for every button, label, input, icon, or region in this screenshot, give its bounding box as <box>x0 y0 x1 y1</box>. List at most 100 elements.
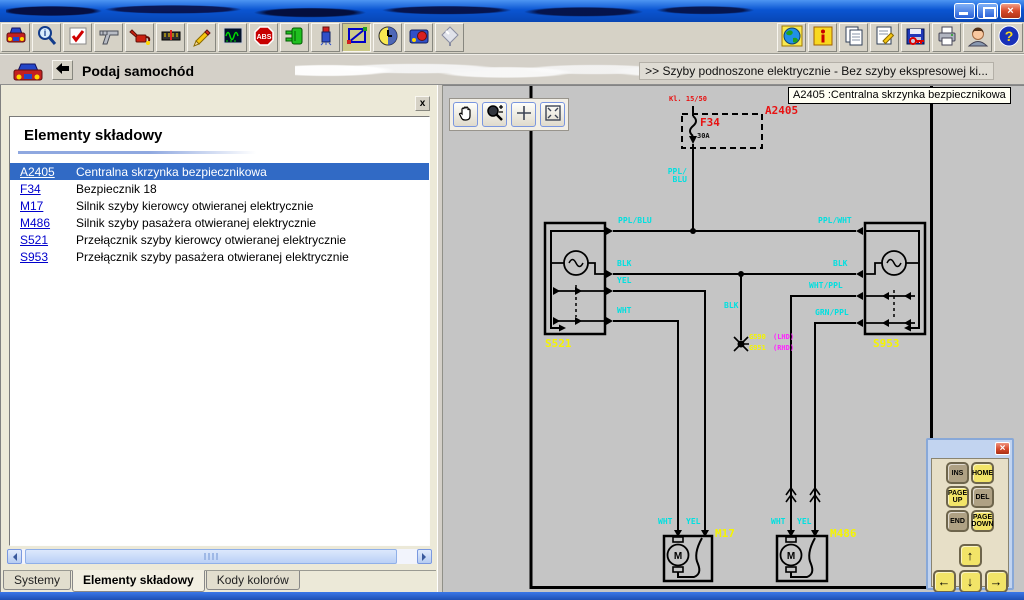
component-code-link[interactable]: A2405 <box>20 165 76 179</box>
tab-kody-kolorow[interactable]: Kody kolorów <box>206 571 300 590</box>
abs-icon: ABS <box>252 24 276 51</box>
key-arrow-up[interactable]: ↑ <box>959 544 982 567</box>
keypad-arrows: ↑ ← ↓ → <box>934 544 1006 592</box>
components-panel: x Elementy składowy A2405Centralna skrzy… <box>0 85 437 592</box>
component-code-link[interactable]: F34 <box>20 182 76 196</box>
m17-yel-label: YEL <box>686 518 700 526</box>
adjustments-button[interactable] <box>187 23 216 52</box>
scrollbar-thumb[interactable] <box>25 549 397 564</box>
component-row-a2405[interactable]: A2405Centralna skrzynka bezpiecznikowa <box>10 163 429 180</box>
zoom-button[interactable] <box>482 102 507 127</box>
svg-text:?: ? <box>1004 28 1013 44</box>
vehicle-data-button[interactable] <box>1 23 30 52</box>
component-desc: Przełącznik szyby kierowcy otwieranej el… <box>76 233 346 247</box>
checklist-button[interactable] <box>63 23 92 52</box>
component-tooltip: A2405 :Centralna skrzynka bezpiecznikowa <box>788 87 1011 104</box>
printer-icon <box>935 24 959 51</box>
key-home[interactable]: HOME <box>971 462 994 484</box>
minimize-button[interactable] <box>954 3 975 19</box>
tab-systemy[interactable]: Systemy <box>3 571 71 590</box>
airbag-button[interactable] <box>404 23 433 52</box>
panel-close-button[interactable]: x <box>415 96 430 111</box>
component-code-link[interactable]: S953 <box>20 250 76 264</box>
spray-button[interactable] <box>435 23 464 52</box>
globe-icon <box>780 24 804 51</box>
back-button[interactable] <box>52 60 73 80</box>
keypad-close-button[interactable]: × <box>995 442 1010 455</box>
onscreen-keypad[interactable]: × INS HOME PAGE UP DEL END PAGE DOWN ↑ ←… <box>926 438 1014 590</box>
component-row-m486[interactable]: M486Silnik szyby pasażera otwieranej ele… <box>10 214 429 231</box>
internet-button[interactable] <box>777 23 806 52</box>
spray-gun-icon <box>438 24 462 51</box>
key-page-up[interactable]: PAGE UP <box>946 486 969 508</box>
ground-id-lhd: G590 <box>749 334 766 341</box>
m486-wht-label: WHT <box>771 518 785 526</box>
documents-icon <box>842 24 866 51</box>
component-desc: Centralna skrzynka bezpiecznikowa <box>76 165 267 179</box>
svg-text:i: i <box>43 28 46 38</box>
component-row-s953[interactable]: S953Przełącznik szyby pasażera otwierane… <box>10 248 429 265</box>
component-row-s521[interactable]: S521Przełącznik szyby kierowcy otwierane… <box>10 231 429 248</box>
motor-m17[interactable]: M <box>664 530 712 581</box>
fuse-circuit[interactable] <box>682 106 762 231</box>
window-titlebar: × <box>0 0 1024 22</box>
scroll-right-button[interactable] <box>417 549 432 564</box>
s521-id-label: S521 <box>545 338 572 349</box>
switch-s953[interactable] <box>856 223 925 334</box>
oil-can-icon <box>128 24 152 51</box>
wiring-diagrams-button[interactable] <box>342 23 371 52</box>
tab-elementy-skladowy[interactable]: Elementy składowy <box>72 570 205 592</box>
clock-icon <box>376 24 400 51</box>
info-button[interactable] <box>808 23 837 52</box>
documents-button[interactable] <box>839 23 868 52</box>
diagram-toolbar <box>449 98 569 131</box>
technical-data-button[interactable] <box>94 23 123 52</box>
abs-button[interactable]: ABS <box>249 23 278 52</box>
page-border <box>531 86 932 588</box>
motor-m486[interactable]: M <box>777 530 827 581</box>
main-toolbar: i ABS ? <box>0 22 1024 54</box>
save-button[interactable] <box>901 23 930 52</box>
fuel-injection-button[interactable] <box>311 23 340 52</box>
pan-button[interactable] <box>453 102 478 127</box>
lubricants-button[interactable] <box>125 23 154 52</box>
fit-view-button[interactable] <box>540 102 565 127</box>
restore-button[interactable] <box>977 3 998 19</box>
component-code-link[interactable]: S521 <box>20 233 76 247</box>
notes-button[interactable] <box>870 23 899 52</box>
component-code-link[interactable]: M17 <box>20 199 76 213</box>
switch-s521[interactable] <box>545 223 613 334</box>
ground-side-rhd: (RHD) <box>773 345 794 352</box>
key-arrow-down[interactable]: ↓ <box>959 570 982 592</box>
panel-tabs: Systemy Elementy składowy Kody kolorów <box>3 570 436 593</box>
connectors-button[interactable] <box>280 23 309 52</box>
oscilloscope-icon <box>221 24 245 51</box>
user-button[interactable] <box>963 23 992 52</box>
breadcrumb-bar: Podaj samochód >> Szyby podnoszone elekt… <box>0 54 1024 85</box>
wire-label-blk-right: BLK <box>833 260 847 268</box>
identification-button[interactable]: i <box>32 23 61 52</box>
svg-text:ABS: ABS <box>256 34 271 41</box>
svg-text:M: M <box>674 551 682 562</box>
key-ins[interactable]: INS <box>946 462 969 484</box>
window-controls: × <box>954 3 1021 19</box>
component-row-f34[interactable]: F34Bezpiecznik 18 <box>10 180 429 197</box>
print-button[interactable] <box>932 23 961 52</box>
crosshair-button[interactable] <box>511 102 536 127</box>
component-row-m17[interactable]: M17Silnik szyby kierowcy otwieranej elek… <box>10 197 429 214</box>
timing-button[interactable] <box>156 23 185 52</box>
component-code-link[interactable]: M486 <box>20 216 76 230</box>
component-desc: Silnik szyby kierowcy otwieranej elektry… <box>76 199 313 213</box>
service-intervals-button[interactable] <box>373 23 402 52</box>
close-button[interactable]: × <box>1000 3 1021 19</box>
key-arrow-left[interactable]: ← <box>933 570 956 592</box>
scroll-left-button[interactable] <box>7 549 22 564</box>
diagnostics-button[interactable] <box>218 23 247 52</box>
hand-icon <box>456 103 476 126</box>
key-page-down[interactable]: PAGE DOWN <box>971 510 994 532</box>
help-button[interactable]: ? <box>994 23 1023 52</box>
scrollbar-track[interactable] <box>23 549 416 564</box>
key-arrow-right[interactable]: → <box>985 570 1008 592</box>
key-end[interactable]: END <box>946 510 969 532</box>
key-del[interactable]: DEL <box>971 486 994 508</box>
